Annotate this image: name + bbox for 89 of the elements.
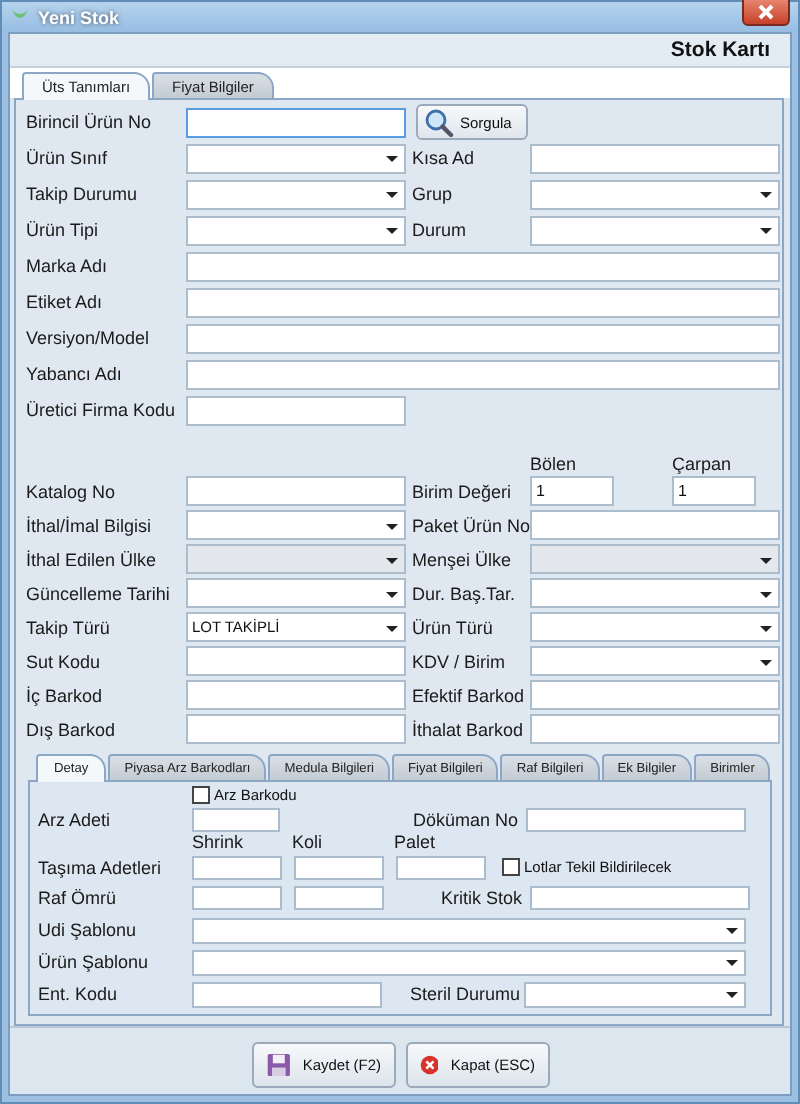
floppy-icon xyxy=(265,1050,291,1080)
text-field[interactable] xyxy=(396,855,486,879)
field-label: Versiyon/Model xyxy=(26,328,152,348)
text-field[interactable] xyxy=(186,714,406,744)
field-label: İthal Edilen Ülke xyxy=(26,549,159,569)
close-icon xyxy=(419,1050,439,1080)
field-label: Döküman No xyxy=(410,809,520,829)
field-label: Grup xyxy=(412,184,455,204)
text-field[interactable] xyxy=(186,646,406,676)
field-label: Durum xyxy=(412,220,469,240)
field-label: Ürün Türü xyxy=(412,617,495,637)
text-field[interactable] xyxy=(530,143,780,173)
dropdown[interactable] xyxy=(530,578,780,608)
text-field[interactable] xyxy=(186,680,406,710)
field-label: Marka Adı xyxy=(26,256,110,276)
close-button[interactable] xyxy=(742,0,790,26)
field-label: Taşıma Adetleri xyxy=(38,857,164,877)
text-field[interactable] xyxy=(186,251,780,281)
close-icon xyxy=(758,4,774,20)
text-field[interactable] xyxy=(192,807,280,831)
field-label: Kısa Ad xyxy=(412,148,477,168)
text-field[interactable] xyxy=(530,510,780,540)
dropdown[interactable] xyxy=(192,917,746,943)
dropdown[interactable] xyxy=(186,578,406,608)
field-label: Kritik Stok xyxy=(438,888,524,908)
text-field[interactable] xyxy=(294,886,384,910)
text-field[interactable] xyxy=(192,855,282,879)
dropdown[interactable] xyxy=(192,949,746,975)
field-label: Ürün Sınıf xyxy=(26,148,110,168)
dropdown[interactable] xyxy=(186,143,406,173)
text-field[interactable] xyxy=(186,323,780,353)
field-label: Udi Şablonu xyxy=(38,920,139,940)
dropdown[interactable] xyxy=(524,981,746,1007)
checkbox[interactable] xyxy=(192,785,210,803)
dropdown[interactable] xyxy=(530,646,780,676)
field-label: Üretici Firma Kodu xyxy=(26,400,178,420)
field-label: İthal/İmal Bilgisi xyxy=(26,515,154,535)
window-title: Yeni Stok xyxy=(38,7,122,27)
column-heading: Koli xyxy=(292,832,323,852)
field-label: Dış Barkod xyxy=(26,719,118,739)
dropdown[interactable] xyxy=(530,215,780,245)
text-field[interactable] xyxy=(186,395,406,425)
field-label: Etiket Adı xyxy=(26,292,105,312)
text-field[interactable] xyxy=(530,680,780,710)
text-field[interactable]: 1 xyxy=(672,476,756,506)
field-label: Birim Değeri xyxy=(412,481,514,501)
column-heading: Shrink xyxy=(192,832,244,852)
field-label: İthalat Barkod xyxy=(412,719,526,739)
text-field[interactable] xyxy=(192,981,382,1007)
field-label: Takip Türü xyxy=(26,617,112,637)
text-field[interactable] xyxy=(192,886,282,910)
text-field[interactable]: 1 xyxy=(530,476,614,506)
field-label: Yabancı Adı xyxy=(26,364,124,384)
text-field[interactable] xyxy=(186,476,406,506)
dropdown[interactable] xyxy=(186,510,406,540)
column-heading: Bölen xyxy=(530,454,577,474)
field-label: Arz Adeti xyxy=(38,809,113,829)
field-label: Dur. Baş.Tar. xyxy=(412,583,518,603)
field-label: Steril Durumu xyxy=(410,984,523,1004)
magnifier-icon xyxy=(424,107,454,137)
field-label: Sut Kodu xyxy=(26,651,103,671)
text-field[interactable] xyxy=(186,287,780,317)
field-label: Menşei Ülke xyxy=(412,549,514,569)
text-field[interactable] xyxy=(530,886,750,910)
field-label: Paket Ürün No xyxy=(412,515,530,535)
text-field[interactable] xyxy=(530,714,780,744)
field-label: KDV / Birim xyxy=(412,651,508,671)
field-label: Birincil Ürün No xyxy=(26,112,154,132)
field-label: Ent. Kodu xyxy=(38,984,120,1004)
dropdown[interactable] xyxy=(186,179,406,209)
dropdown[interactable] xyxy=(530,179,780,209)
field-label: Raf Ömrü xyxy=(38,888,119,908)
column-heading: Palet xyxy=(394,832,436,852)
field-label: Takip Durumu xyxy=(26,184,140,204)
text-field[interactable] xyxy=(294,855,384,879)
field-label: Katalog No xyxy=(26,481,118,501)
text-field[interactable] xyxy=(186,359,780,389)
field-label: Ürün Tipi xyxy=(26,220,101,240)
checkbox[interactable] xyxy=(502,858,520,876)
field-label: Ürün Şablonu xyxy=(38,952,151,972)
text-field[interactable] xyxy=(526,807,746,831)
field-label: Güncelleme Tarihi xyxy=(26,583,172,603)
dropdown[interactable] xyxy=(530,612,780,642)
dropdown[interactable] xyxy=(186,215,406,245)
form-title: Stok Kartı xyxy=(670,38,770,62)
field-label: Efektif Barkod xyxy=(412,685,527,705)
field-label: İç Barkod xyxy=(26,685,105,705)
text-field[interactable] xyxy=(186,107,406,137)
column-heading: Çarpan xyxy=(672,454,732,474)
